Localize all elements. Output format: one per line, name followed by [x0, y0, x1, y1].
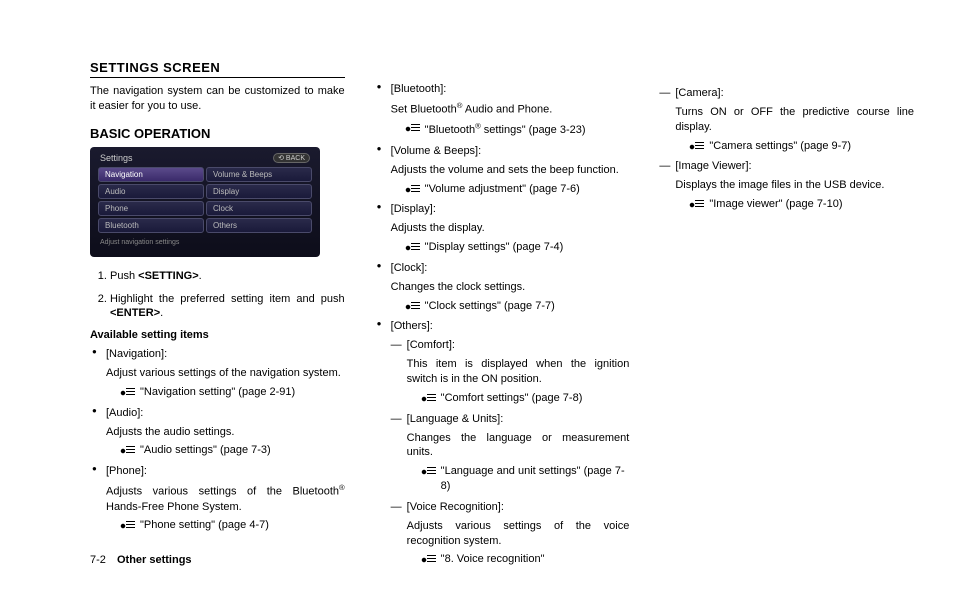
- intro-text: The navigation system can be customized …: [90, 84, 345, 114]
- list-item: [Comfort]: This item is displayed when th…: [391, 338, 630, 405]
- reference-link: "Navigation setting" (page 2-91): [120, 385, 345, 400]
- list-item: [Language & Units]: Changes the language …: [391, 412, 630, 494]
- column-2: [Bluetooth]: Set Bluetooth® Audio and Pho…: [375, 60, 630, 573]
- col3-dash-list: [Camera]: Turns ON or OFF the predictive …: [659, 86, 914, 212]
- item-description: Adjusts the display.: [391, 221, 630, 236]
- footer-section: Other settings: [117, 554, 192, 566]
- item-description: Adjusts various settings of the voice re…: [407, 519, 630, 549]
- item-description: Changes the clock settings.: [391, 280, 630, 295]
- item-description: Adjusts the volume and sets the beep fun…: [391, 163, 630, 178]
- list-item: [Others]: [Comfort]: This item is displaye…: [375, 319, 630, 567]
- back-button-icon: ⟲ BACK: [273, 153, 310, 163]
- reference-link: "Language and unit settings" (page 7-8): [421, 464, 630, 494]
- item-label: [Audio]:: [106, 406, 345, 421]
- screenshot-menu: Navigation Volume & Beeps Audio Display …: [98, 167, 312, 233]
- reference-link: "8. Voice recognition": [421, 552, 630, 567]
- menu-item: Display: [206, 184, 312, 199]
- item-description: Changes the language or measurement unit…: [407, 431, 630, 461]
- item-label: [Camera]:: [675, 86, 914, 101]
- list-item: [Bluetooth]: Set Bluetooth® Audio and Pho…: [375, 82, 630, 138]
- item-label: [Comfort]:: [407, 338, 630, 353]
- item-label: [Bluetooth]:: [391, 82, 630, 97]
- list-item: [Audio]: Adjusts the audio settings. "Audi…: [90, 406, 345, 459]
- item-label: [Volume & Beeps]:: [391, 144, 630, 159]
- menu-item: Audio: [98, 184, 204, 199]
- column-3: [Camera]: Turns ON or OFF the predictive …: [659, 60, 914, 573]
- item-label: [Image Viewer]:: [675, 159, 914, 174]
- screenshot-footer: Adjust navigation settings: [98, 239, 312, 246]
- column-1: SETTINGS SCREEN The navigation system ca…: [90, 60, 345, 573]
- item-label: [Display]:: [391, 202, 630, 217]
- list-item: [Phone]: Adjusts various settings of the …: [90, 464, 345, 533]
- item-label: [Language & Units]:: [407, 412, 630, 427]
- col1-bullet-list: [Navigation]: Adjust various settings of …: [90, 347, 345, 533]
- menu-item: Volume & Beeps: [206, 167, 312, 182]
- page-content: SETTINGS SCREEN The navigation system ca…: [0, 0, 954, 593]
- reference-link: "Display settings" (page 7-4): [405, 240, 630, 255]
- reference-link: "Bluetooth® settings" (page 3-23): [405, 121, 630, 138]
- reference-link: "Phone setting" (page 4-7): [120, 518, 345, 533]
- item-label: [Navigation]:: [106, 347, 345, 362]
- item-label: [Others]:: [391, 319, 630, 334]
- basic-operation-heading: BASIC OPERATION: [90, 126, 345, 141]
- screenshot-title: Settings: [100, 153, 133, 163]
- reference-link: "Volume adjustment" (page 7-6): [405, 182, 630, 197]
- menu-item: Phone: [98, 201, 204, 216]
- menu-item: Clock: [206, 201, 312, 216]
- list-item: [Voice Recognition]: Adjusts various sett…: [391, 500, 630, 567]
- list-item: [Display]: Adjusts the display. "Display s…: [375, 202, 630, 255]
- item-description: Set Bluetooth® Audio and Phone.: [391, 101, 630, 118]
- item-description: Adjusts various settings of the Bluetoot…: [106, 483, 345, 514]
- sub-list: [Comfort]: This item is displayed when th…: [391, 338, 630, 567]
- list-item: [Clock]: Changes the clock settings. "Cloc…: [375, 261, 630, 314]
- list-item: [Navigation]: Adjust various settings of …: [90, 347, 345, 400]
- reference-link: "Audio settings" (page 7-3): [120, 443, 345, 458]
- item-label: [Voice Recognition]:: [407, 500, 630, 515]
- item-label: [Clock]:: [391, 261, 630, 276]
- reference-link: "Comfort settings" (page 7-8): [421, 391, 630, 406]
- item-description: Adjusts the audio settings.: [106, 425, 345, 440]
- steps-list: Push <SETTING>. Highlight the preferred …: [90, 269, 345, 322]
- reference-link: "Camera settings" (page 9-7): [689, 139, 914, 154]
- menu-item: Others: [206, 218, 312, 233]
- item-description: This item is displayed when the ignition…: [407, 357, 630, 387]
- col2-bullet-list: [Bluetooth]: Set Bluetooth® Audio and Pho…: [375, 82, 630, 567]
- item-description: Adjust various settings of the navigatio…: [106, 366, 345, 381]
- heading-rule: [90, 77, 345, 78]
- available-items-heading: Available setting items: [90, 329, 345, 341]
- item-description: Turns ON or OFF the predictive course li…: [675, 105, 914, 135]
- reference-link: "Clock settings" (page 7-7): [405, 299, 630, 314]
- page-number: 7-2: [90, 554, 106, 566]
- menu-item: Bluetooth: [98, 218, 204, 233]
- step-1: Push <SETTING>.: [110, 269, 345, 284]
- item-label: [Phone]:: [106, 464, 345, 479]
- list-item: [Volume & Beeps]: Adjusts the volume and …: [375, 144, 630, 197]
- list-item: [Camera]: Turns ON or OFF the predictive …: [659, 86, 914, 153]
- step-2: Highlight the preferred setting item and…: [110, 292, 345, 322]
- item-description: Displays the image files in the USB devi…: [675, 178, 914, 193]
- reference-link: "Image viewer" (page 7-10): [689, 197, 914, 212]
- page-footer: 7-2 Other settings: [90, 554, 192, 566]
- list-item: [Image Viewer]: Displays the image files …: [659, 159, 914, 212]
- settings-screenshot: Settings ⟲ BACK Navigation Volume & Beep…: [90, 147, 320, 257]
- menu-item: Navigation: [98, 167, 204, 182]
- section-heading: SETTINGS SCREEN: [90, 60, 345, 75]
